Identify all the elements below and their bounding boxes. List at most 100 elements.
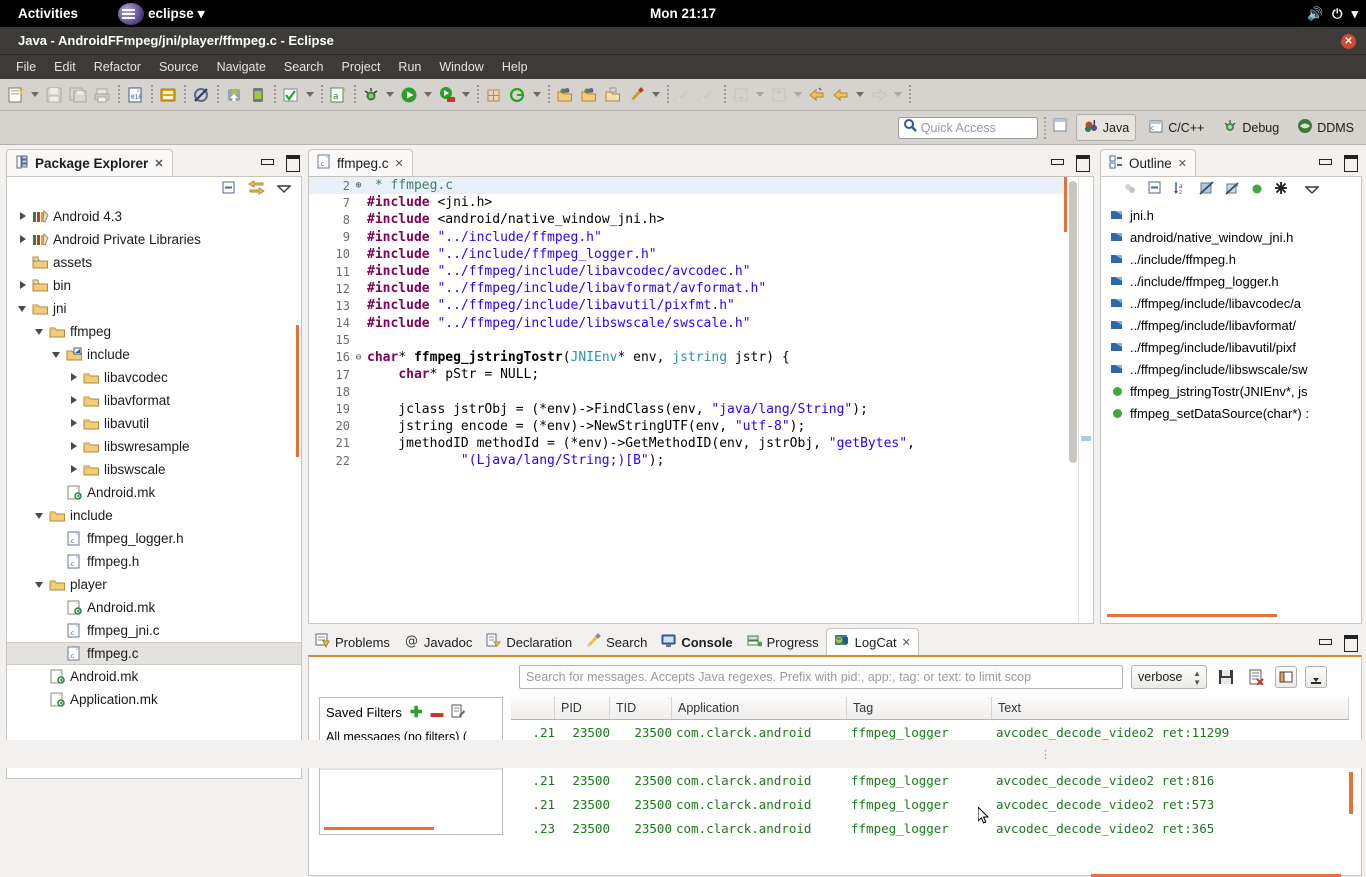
outline-item[interactable]: ../include/ffmpeg.h [1101, 248, 1361, 270]
menu-project[interactable]: Project [334, 56, 389, 78]
maximize-icon[interactable] [1075, 154, 1090, 172]
maximize-icon[interactable] [1343, 154, 1358, 172]
outline-list[interactable]: jni.h android/native_window_jni.h ../inclu… [1101, 204, 1361, 424]
open-type-icon[interactable] [553, 82, 577, 108]
perspective-ddms[interactable]: DDMS [1291, 115, 1360, 140]
logcat-search-input[interactable]: Search for messages. Accepts Java regexe… [519, 665, 1123, 689]
tree-item-jni[interactable]: jni [7, 297, 301, 320]
sort-icon[interactable]: az [1173, 181, 1188, 200]
run-dropdown-icon[interactable] [421, 82, 435, 108]
tree-item-android-4-3[interactable]: Android 4.3 [7, 205, 301, 228]
asterisk-icon[interactable] [1274, 181, 1288, 200]
tree-item-android-private-libraries[interactable]: Android Private Libraries [7, 228, 301, 251]
tab-logcat[interactable]: LogCat ✕ [825, 628, 919, 655]
logcat-table[interactable]: PID TID Application Tag Text .21 23500 23500 co… [511, 697, 1349, 877]
tree-item-android-mk[interactable]: Android.mk [7, 665, 301, 688]
outline-item[interactable]: ffmpeg_jstringTostr(JNIEnv*, js [1101, 380, 1361, 402]
chevron-right-icon[interactable] [17, 233, 30, 246]
menu-source[interactable]: Source [151, 56, 207, 78]
forward-back-icon[interactable] [829, 82, 853, 108]
menu-search[interactable]: Search [276, 56, 332, 78]
outline-item[interactable]: ffmpeg_setDataSource(char*) : [1101, 402, 1361, 424]
menu-window[interactable]: Window [431, 56, 491, 78]
open-perspective-icon[interactable] [1052, 116, 1070, 139]
menu-run[interactable]: Run [390, 56, 429, 78]
code-line[interactable]: 16 ⊖ char* ffmpeg_jstringTostr(JNIEnv* env… [309, 349, 1093, 366]
new-type-dropdown-icon[interactable] [530, 82, 544, 108]
code-line[interactable]: 18 [309, 383, 1093, 400]
chevron-right-icon[interactable] [17, 279, 30, 292]
pen-dropdown-icon[interactable] [649, 82, 663, 108]
clear-log-icon[interactable] [1245, 666, 1267, 688]
tree-item-ffmpeg[interactable]: ffmpeg [7, 320, 301, 343]
chevron-right-icon[interactable] [68, 463, 81, 476]
perspective-debug[interactable]: Debug [1216, 115, 1285, 140]
quick-access-input[interactable]: Quick Access [897, 116, 1038, 139]
chevron-down-icon[interactable] [34, 325, 47, 338]
android-download-icon[interactable] [222, 82, 246, 108]
menu-help[interactable]: Help [494, 56, 536, 78]
minimize-icon[interactable] [260, 154, 274, 167]
log-row[interactable]: .212350023500com.clarck.androidffmpeg_lo… [511, 792, 1349, 816]
tab-javadoc[interactable]: @ Javadoc [397, 629, 479, 655]
tree-item-libavcodec[interactable]: libavcodec [7, 366, 301, 389]
code-line[interactable]: 7 #include <jni.h> [309, 194, 1093, 211]
log-row[interactable]: .212350023500com.clarck.androidffmpeg_lo… [511, 768, 1349, 792]
sash-vertical[interactable] [303, 149, 307, 779]
save-log-icon[interactable] [1215, 666, 1237, 688]
code-line[interactable]: 12 #include "../ffmpeg/include/libavforma… [309, 280, 1093, 297]
hide-non-public-icon[interactable] [1199, 181, 1214, 200]
log-row[interactable]: .23 23500 23500 com.clarck.android ffmpeg_lo… [511, 816, 1349, 840]
tree-item-bin[interactable]: c bin [7, 274, 301, 297]
debug-icon[interactable] [359, 82, 383, 108]
outline-item[interactable]: ../ffmpeg/include/libavutil/pixf [1101, 336, 1361, 358]
outline-item[interactable]: ../ffmpeg/include/libswscale/sw [1101, 358, 1361, 380]
open-folder-icon[interactable] [601, 82, 625, 108]
run-icon[interactable] [397, 82, 421, 108]
tree-item-android-mk[interactable]: Android.mk [7, 596, 301, 619]
tab-progress[interactable]: Progress [740, 629, 826, 655]
view-menu-icon[interactable] [276, 181, 292, 199]
fold-toggle-icon[interactable]: ⊕ [353, 180, 364, 191]
chevron-right-icon[interactable] [68, 371, 81, 384]
hide-static-icon[interactable]: s [1225, 181, 1240, 200]
new-class-icon[interactable] [482, 82, 506, 108]
fold-toggle-icon[interactable]: ⊖ [353, 352, 364, 363]
collapse-all-icon[interactable] [221, 180, 236, 200]
scroll-lock-icon[interactable] [1305, 666, 1327, 688]
minimize-icon[interactable] [1318, 634, 1332, 647]
tree-item-ffmpeg-jni-c[interactable]: .c ffmpeg_jni.c [7, 619, 301, 642]
tree-item-libswscale[interactable]: libswscale [7, 458, 301, 481]
column-header-tag[interactable]: Tag [847, 697, 992, 719]
open-task-icon[interactable] [577, 82, 601, 108]
code-line[interactable]: 20 jstring encode = (*env)->NewStringUTF… [309, 418, 1093, 435]
close-icon[interactable]: ✕ [395, 157, 404, 170]
collapse-all-icon[interactable] [1148, 181, 1162, 200]
tab-problems[interactable]: Problems [308, 629, 397, 655]
chevron-right-icon[interactable] [68, 417, 81, 430]
new-wizard-dropdown-icon[interactable] [28, 82, 42, 108]
app-menu-button[interactable]: eclipse ▾ [110, 0, 213, 27]
chevron-right-icon[interactable] [68, 440, 81, 453]
code-line[interactable]: 19 jclass jstrObj = (*env)->FindClass(en… [309, 400, 1093, 417]
editor-body[interactable]: 2 ⊕ * ffmpeg.c 7 #include <jni.h> 8 #include … [308, 176, 1094, 624]
logcat-table-rows[interactable]: .21 23500 23500 com.clarck.android ffmpeg_lo… [511, 720, 1349, 840]
tab-outline[interactable]: Outline ✕ [1100, 149, 1196, 176]
scrollbar-thumb[interactable] [1069, 181, 1077, 463]
outline-item[interactable]: jni.h [1101, 204, 1361, 226]
maximize-icon[interactable] [285, 154, 300, 172]
volume-icon[interactable]: 🔊 [1307, 0, 1323, 27]
tree-item-include[interactable]: include [7, 343, 301, 366]
outline-item[interactable]: ../include/ffmpeg_logger.h [1101, 270, 1361, 292]
close-icon[interactable]: ✕ [1178, 157, 1187, 170]
close-icon[interactable]: ✕ [1341, 34, 1356, 49]
tree-item-ffmpeg-c[interactable]: .c ffmpeg.c [7, 642, 301, 665]
package-explorer-tree[interactable]: Android 4.3 Android Private Libraries c ass… [7, 203, 301, 711]
tab-console[interactable]: Console [654, 629, 739, 655]
debug-dropdown-icon[interactable] [383, 82, 397, 108]
code-line[interactable]: 22 "(Ljava/lang/String;)[B"); [309, 452, 1093, 469]
overview-ruler[interactable] [1078, 177, 1093, 623]
code-line[interactable]: 2 ⊕ * ffmpeg.c [309, 177, 1093, 195]
code-line[interactable]: 9 #include "../include/ffmpeg.h" [309, 229, 1093, 246]
close-icon[interactable]: ✕ [902, 636, 911, 649]
